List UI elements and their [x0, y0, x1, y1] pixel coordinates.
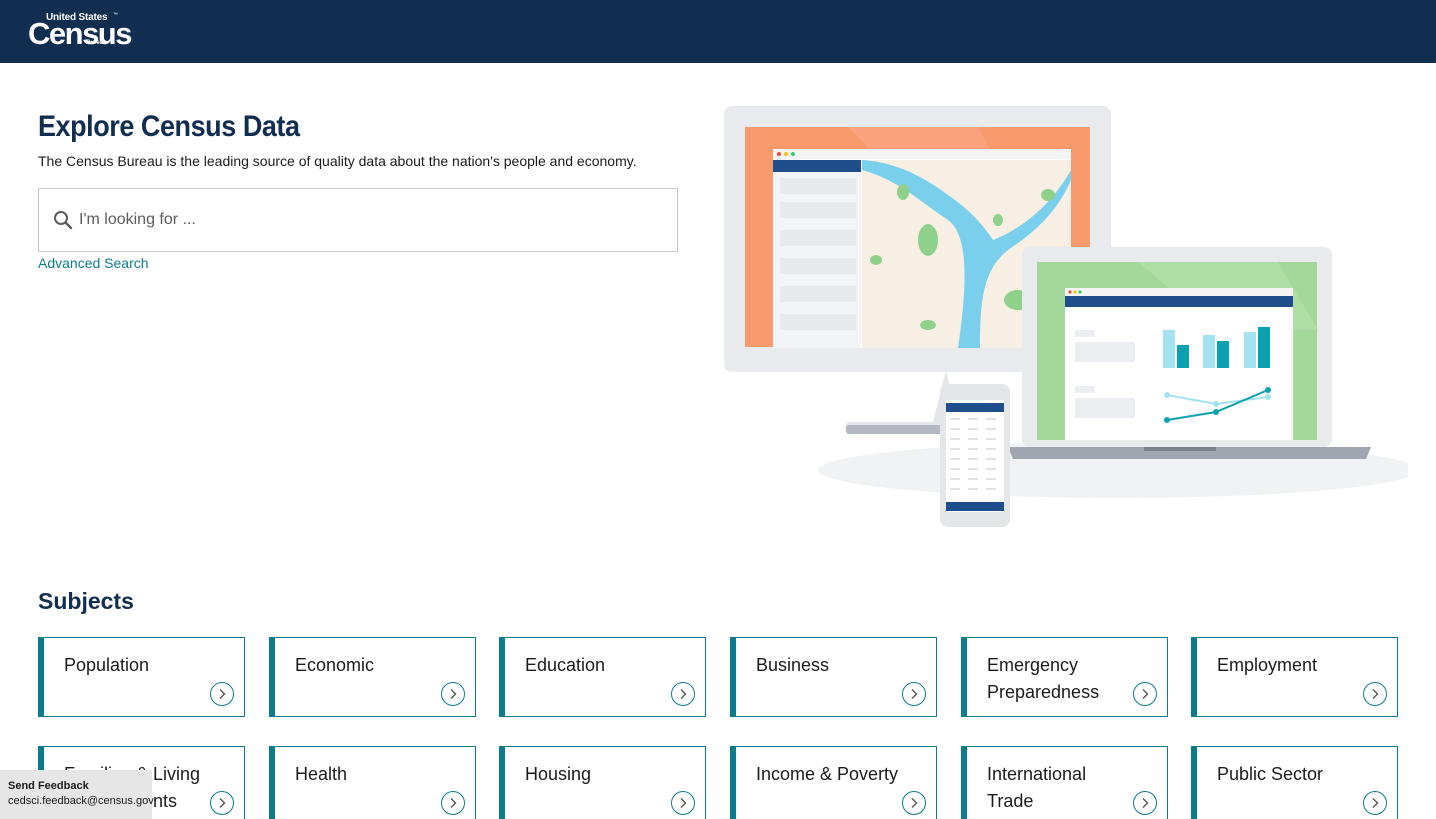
- advanced-search-link[interactable]: Advanced Search: [38, 255, 149, 271]
- chevron-right-circle-icon[interactable]: [1133, 791, 1157, 815]
- search-icon: [53, 210, 73, 230]
- devices-illustration: [724, 106, 1408, 527]
- subject-card-label: Economic: [295, 655, 375, 675]
- subject-card-label: Housing: [525, 764, 592, 784]
- search-input[interactable]: [79, 189, 669, 251]
- subject-card-label: Business: [756, 655, 830, 675]
- chevron-right-circle-icon[interactable]: [902, 791, 926, 815]
- send-feedback-widget[interactable]: Send Feedback cedsci.feedback@census.gov: [0, 770, 154, 819]
- subject-card[interactable]: Emergency Preparedness: [961, 637, 1168, 717]
- subject-card[interactable]: Housing: [499, 746, 706, 819]
- subject-card-label: Public Sector: [1217, 764, 1324, 784]
- page-title: Explore Census Data: [38, 110, 300, 143]
- subject-card-label: Health: [295, 764, 348, 784]
- feedback-title: Send Feedback: [8, 780, 89, 792]
- chevron-right-circle-icon[interactable]: [210, 791, 234, 815]
- chevron-right-circle-icon[interactable]: [1363, 791, 1387, 815]
- subject-card[interactable]: Population: [38, 637, 245, 717]
- chevron-right-circle-icon[interactable]: [1363, 682, 1387, 706]
- chevron-right-circle-icon[interactable]: [671, 682, 695, 706]
- page-subtitle: The Census Bureau is the leading source …: [38, 153, 637, 169]
- subject-card-label: Education: [525, 655, 606, 675]
- subject-card[interactable]: Business: [730, 637, 937, 717]
- chevron-right-circle-icon[interactable]: [902, 682, 926, 706]
- search-box[interactable]: [38, 188, 678, 252]
- subject-card[interactable]: Public Sector: [1191, 746, 1398, 819]
- chevron-right-circle-icon[interactable]: [1133, 682, 1157, 706]
- subjects-heading: Subjects: [38, 588, 134, 614]
- chevron-right-circle-icon[interactable]: [441, 791, 465, 815]
- chevron-right-circle-icon[interactable]: [441, 682, 465, 706]
- top-header-bar: United States ™ Census Bureau: [0, 0, 1436, 63]
- census-logo[interactable]: United States ™ Census Bureau: [28, 12, 132, 50]
- subject-card[interactable]: Income & Poverty: [730, 746, 937, 819]
- subject-card-label: Population: [64, 655, 150, 675]
- subject-card[interactable]: Education: [499, 637, 706, 717]
- logo-bureau-text: Bureau: [86, 40, 107, 46]
- subject-card-label: Employment: [1217, 655, 1318, 675]
- logo-census-text: Census: [28, 16, 132, 51]
- subject-card[interactable]: Health: [269, 746, 476, 819]
- subject-card[interactable]: Employment: [1191, 637, 1398, 717]
- subject-card[interactable]: International Trade: [961, 746, 1168, 819]
- subject-card[interactable]: Economic: [269, 637, 476, 717]
- subject-card-label: International Trade: [987, 764, 1087, 811]
- chevron-right-circle-icon[interactable]: [671, 791, 695, 815]
- subject-card-label: Income & Poverty: [756, 764, 899, 784]
- subject-card-label: Emergency Preparedness: [987, 655, 1100, 702]
- chevron-right-circle-icon[interactable]: [210, 682, 234, 706]
- feedback-email[interactable]: cedsci.feedback@census.gov: [8, 795, 154, 807]
